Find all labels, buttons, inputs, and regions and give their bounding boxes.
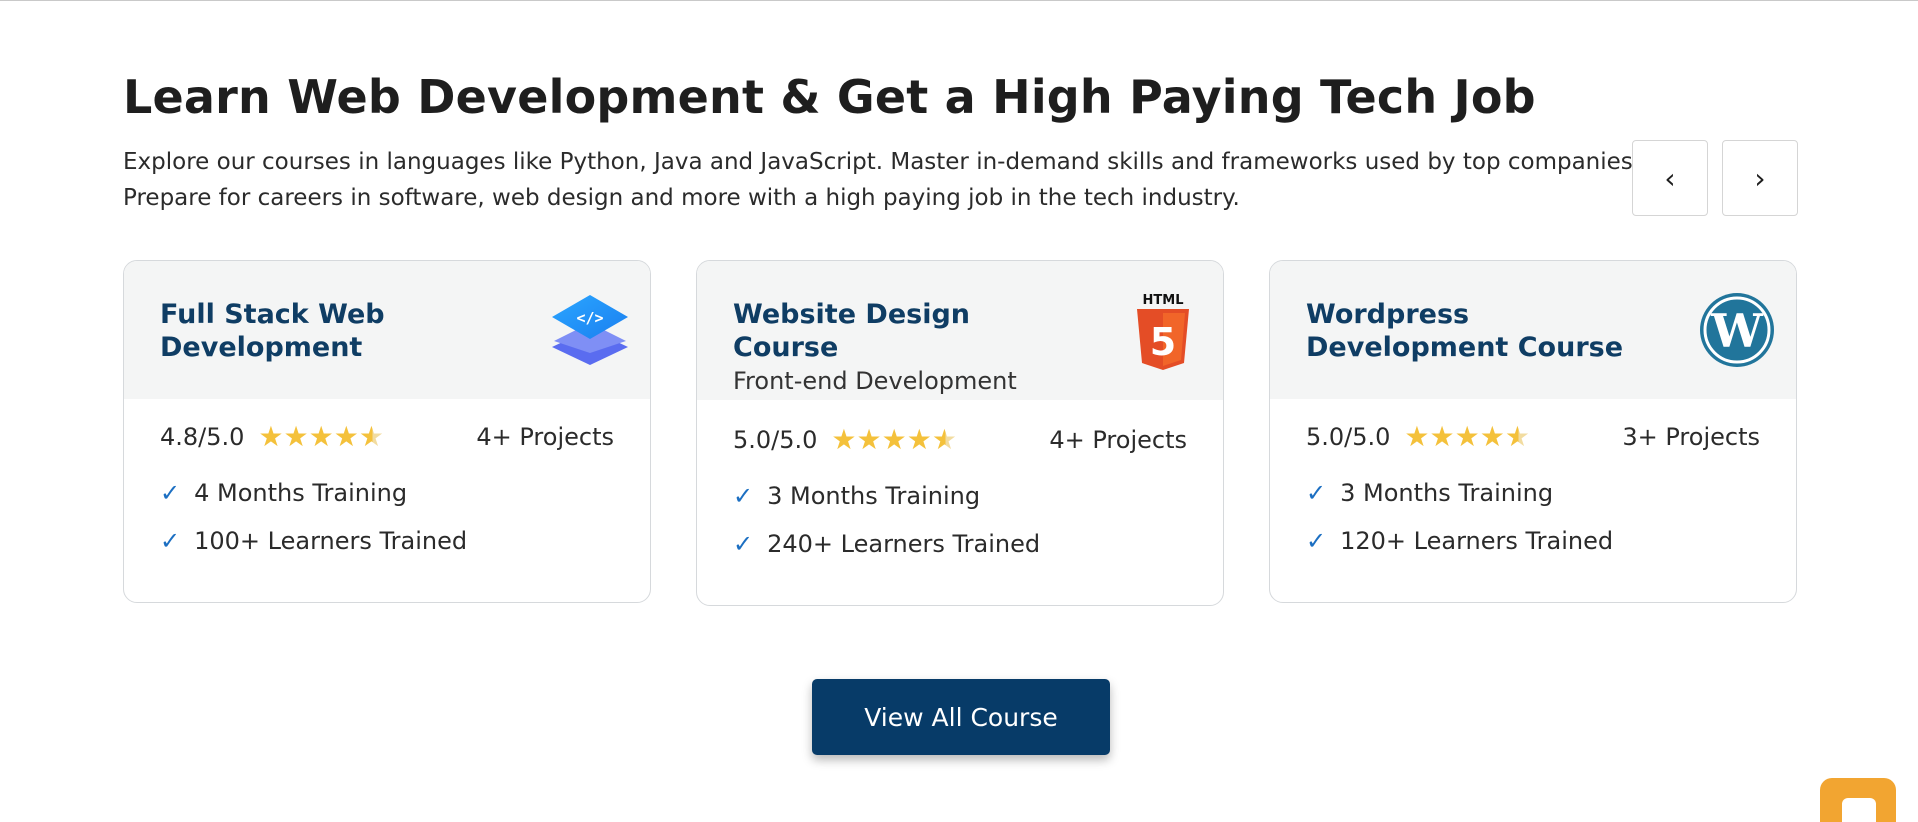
course-card-wordpress[interactable]: Wordpress Development Course W 5.0/5.0 ★…	[1269, 260, 1797, 603]
check-icon: ✓	[733, 530, 754, 558]
rating-value: 4.8/5.0	[160, 423, 245, 451]
star-icon: ★	[1454, 420, 1480, 453]
star-rating: ★ ★ ★ ★ ★	[1404, 423, 1530, 451]
feature-item: ✓ 4 Months Training	[160, 479, 407, 507]
chevron-right-icon: ›	[1754, 161, 1766, 195]
star-icon: ★	[258, 420, 284, 453]
star-icon: ★	[906, 423, 932, 456]
star-rating: ★ ★ ★ ★ ★	[258, 423, 384, 451]
star-icon: ★	[831, 423, 857, 456]
course-title: Full Stack Web Development	[160, 299, 385, 363]
course-card-header: Full Stack Web Development </>	[124, 261, 650, 399]
feature-item: ✓ 3 Months Training	[733, 482, 980, 510]
feature-item: ✓ 120+ Learners Trained	[1306, 527, 1613, 555]
section-description: Explore our courses in languages like Py…	[123, 149, 1641, 211]
rating-value: 5.0/5.0	[1306, 423, 1391, 451]
rating-row: 5.0/5.0 ★ ★ ★ ★ ★ 4+ Projects	[733, 420, 1187, 460]
check-icon: ✓	[1306, 527, 1327, 555]
feature-label: 100+ Learners Trained	[194, 527, 468, 555]
chevron-left-icon: ‹	[1664, 161, 1676, 195]
feature-label: 3 Months Training	[767, 482, 981, 510]
section-title: Learn Web Development & Get a High Payin…	[123, 70, 1536, 124]
check-icon: ✓	[160, 527, 181, 555]
course-card-full-stack[interactable]: Full Stack Web Development </> 4.8/5.0 ★…	[123, 260, 651, 603]
feature-item: ✓ 3 Months Training	[1306, 479, 1553, 507]
svg-text:</>: </>	[576, 309, 603, 327]
view-all-courses-button[interactable]: View All Course	[812, 679, 1110, 755]
feature-label: 120+ Learners Trained	[1340, 527, 1614, 555]
check-icon: ✓	[160, 479, 181, 507]
code-layers-icon: </>	[552, 295, 628, 365]
rating-value: 5.0/5.0	[733, 426, 818, 454]
star-half-icon: ★	[931, 423, 957, 456]
course-subtitle: Front-end Development	[733, 367, 1017, 395]
feature-item: ✓ 240+ Learners Trained	[733, 530, 1040, 558]
check-icon: ✓	[1306, 479, 1327, 507]
star-icon: ★	[283, 420, 309, 453]
chat-icon	[1842, 798, 1876, 822]
html5-logo-number: 5	[1150, 320, 1176, 364]
top-divider	[0, 0, 1918, 1]
course-card-header: Website Design Course Front-end Developm…	[697, 261, 1223, 400]
star-icon: ★	[1429, 420, 1455, 453]
html5-icon: HTML 5	[1137, 293, 1189, 370]
star-icon: ★	[856, 423, 882, 456]
star-icon: ★	[308, 420, 334, 453]
course-title: Wordpress Development Course	[1306, 299, 1624, 363]
star-icon: ★	[1479, 420, 1505, 453]
feature-item: ✓ 100+ Learners Trained	[160, 527, 467, 555]
projects-count: 4+ Projects	[476, 423, 614, 451]
feature-label: 4 Months Training	[194, 479, 408, 507]
star-icon: ★	[333, 420, 359, 453]
star-icon: ★	[1404, 420, 1430, 453]
course-title: Website Design Course	[733, 299, 971, 363]
course-card-website-design[interactable]: Website Design Course Front-end Developm…	[696, 260, 1224, 606]
star-icon: ★	[881, 423, 907, 456]
projects-count: 4+ Projects	[1049, 426, 1187, 454]
carousel-next-button[interactable]: ›	[1722, 140, 1798, 216]
check-icon: ✓	[733, 482, 754, 510]
projects-count: 3+ Projects	[1622, 423, 1760, 451]
star-half-icon: ★	[1504, 420, 1530, 453]
html5-logo-text: HTML	[1143, 293, 1184, 308]
feature-label: 240+ Learners Trained	[767, 530, 1041, 558]
rating-row: 5.0/5.0 ★ ★ ★ ★ ★ 3+ Projects	[1306, 417, 1760, 457]
chat-widget-button[interactable]	[1820, 778, 1896, 822]
feature-label: 3 Months Training	[1340, 479, 1554, 507]
star-half-icon: ★	[358, 420, 384, 453]
wordpress-icon: W	[1700, 293, 1774, 367]
star-rating: ★ ★ ★ ★ ★	[831, 426, 957, 454]
course-card-header: Wordpress Development Course W	[1270, 261, 1796, 399]
svg-text:W: W	[1710, 304, 1764, 358]
rating-row: 4.8/5.0 ★ ★ ★ ★ ★ 4+ Projects	[160, 417, 614, 457]
carousel-prev-button[interactable]: ‹	[1632, 140, 1708, 216]
